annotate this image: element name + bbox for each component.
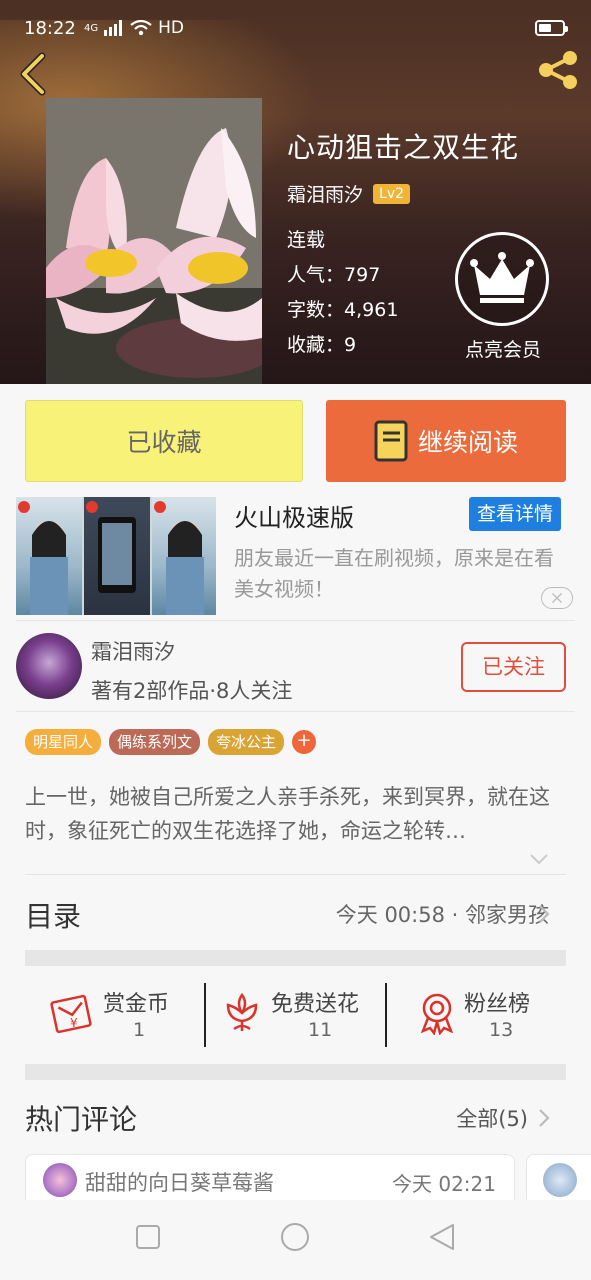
chevron-right-icon[interactable] (537, 1107, 551, 1129)
recent-apps-icon[interactable] (133, 1222, 163, 1252)
back-icon[interactable] (427, 1222, 457, 1252)
section-separator (25, 1064, 566, 1080)
stat-divider (385, 983, 387, 1047)
words-label: 字数： (287, 299, 345, 321)
level-badge: Lv2 (373, 183, 411, 204)
status-bar: 18:22 4G HD (0, 0, 591, 60)
popularity-value: 797 (344, 264, 381, 286)
free-flower-label: 免费送花 (271, 992, 360, 1017)
fan-rank-stat[interactable]: 粉丝榜 13 (415, 983, 545, 1047)
status-icons: 4G HD (84, 18, 184, 38)
ad-panel-1 (16, 497, 82, 615)
stat-divider (204, 983, 206, 1047)
free-flower-value: 11 (308, 1019, 333, 1041)
catalog-update[interactable]: 今天 00:58 · 邻家男孩 (336, 899, 549, 929)
reward-coin-value: 1 (133, 1019, 146, 1041)
battery-icon (535, 20, 568, 36)
ad-close-icon[interactable] (541, 587, 573, 609)
lotus-flower-image (46, 98, 262, 384)
comment-time: 今天 02:21 (392, 1172, 496, 1196)
hd-label: HD (158, 18, 184, 38)
tag[interactable]: 夸冰公主 (208, 729, 285, 755)
reward-coin-stat[interactable]: ¥ 赏金币 1 (50, 983, 190, 1047)
favorites-value: 9 (344, 334, 357, 356)
svg-text:¥: ¥ (70, 1016, 78, 1030)
red-envelope-icon: ¥ (50, 994, 92, 1034)
collected-label: 已收藏 (126, 428, 202, 457)
status-time: 18:22 (24, 18, 76, 39)
word-count-row: 字数：4,961 (287, 295, 398, 322)
comment-card[interactable]: 甜甜的向日葵草莓酱 今天 02:21 (25, 1154, 515, 1206)
network-label: 4G (84, 22, 99, 34)
ad-panel-2 (84, 497, 150, 615)
divider (16, 620, 575, 621)
popularity-label: 人气： (287, 264, 345, 286)
ad-panel-3 (152, 497, 216, 615)
fan-rank-value: 13 (489, 1019, 514, 1041)
tag[interactable]: 明星同人 (25, 729, 102, 755)
vip-button[interactable] (455, 232, 549, 326)
tag[interactable]: 偶练系列文 (109, 729, 201, 755)
commenter-avatar[interactable] (543, 1163, 577, 1197)
crown-icon (470, 252, 534, 303)
tag-list: 明星同人 偶练系列文 夸冰公主 + (25, 729, 317, 755)
free-flower-stat[interactable]: 免费送花 11 (220, 983, 370, 1047)
vip-label[interactable]: 点亮会员 (458, 335, 548, 362)
all-comments-link[interactable]: 全部(5) (456, 1103, 528, 1133)
ad-image[interactable] (16, 497, 216, 615)
flower-icon (226, 992, 258, 1031)
favorites-label: 收藏： (287, 334, 345, 356)
divider (25, 874, 566, 875)
home-icon[interactable] (280, 1222, 310, 1252)
book-cover[interactable] (46, 98, 262, 384)
expand-chevron-icon[interactable] (528, 848, 550, 870)
medal-icon (420, 993, 454, 1035)
book-title: 心动狙击之双生花 (287, 131, 520, 164)
commenter-name[interactable]: 甜甜的向日葵草莓酱 (85, 1167, 274, 1197)
author-name[interactable]: 霜泪雨汐 (287, 180, 363, 207)
signal-icon (104, 20, 123, 36)
favorites-row: 收藏：9 (287, 330, 356, 357)
share-button[interactable] (534, 46, 582, 94)
words-value: 4,961 (344, 299, 399, 321)
add-tag-button[interactable]: + (292, 730, 317, 754)
author-row[interactable]: 霜泪雨汐 Lv2 (287, 180, 411, 207)
commenter-avatar[interactable] (43, 1163, 77, 1197)
ad-title[interactable]: 火山极速版 (234, 498, 354, 533)
fan-rank-label: 粉丝榜 (464, 992, 531, 1017)
follow-button[interactable]: 已关注 (461, 642, 566, 692)
comment-card[interactable] (526, 1154, 591, 1206)
author-block-name[interactable]: 霜泪雨汐 (91, 636, 175, 666)
ad-description[interactable]: 朋友最近一直在刷视频，原来是在看美女视频！ (234, 543, 564, 605)
catalog-title[interactable]: 目录 (25, 895, 81, 935)
synopsis[interactable]: 上一世，她被自己所爱之人亲手杀死，来到冥界，就在这时，象征死亡的双生花选择了她，… (25, 780, 565, 848)
author-block-stats: 著有2部作品·8人关注 (91, 679, 293, 703)
hot-comments-title: 热门评论 (25, 1103, 138, 1136)
popularity-row: 人气：797 (287, 260, 380, 287)
continue-reading-label: 继续阅读 (417, 428, 518, 457)
wifi-icon (130, 20, 152, 36)
collected-button[interactable]: 已收藏 (25, 400, 303, 482)
ad-detail-button[interactable]: 查看详情 (469, 497, 561, 531)
divider (16, 711, 575, 712)
reward-coin-label: 赏金币 (103, 992, 170, 1017)
continue-reading-button[interactable]: 继续阅读 (326, 400, 566, 482)
section-separator (25, 950, 566, 966)
book-status: 连载 (287, 229, 326, 251)
author-avatar[interactable] (16, 633, 82, 699)
back-button[interactable] (14, 48, 54, 96)
book-header: 18:22 4G HD 心动狙击之双生花 霜泪雨汐 Lv2 连载 人气：797 … (0, 0, 591, 384)
chevron-right-icon[interactable] (537, 903, 551, 925)
system-nav-bar (0, 1200, 591, 1280)
book-icon (374, 420, 408, 462)
